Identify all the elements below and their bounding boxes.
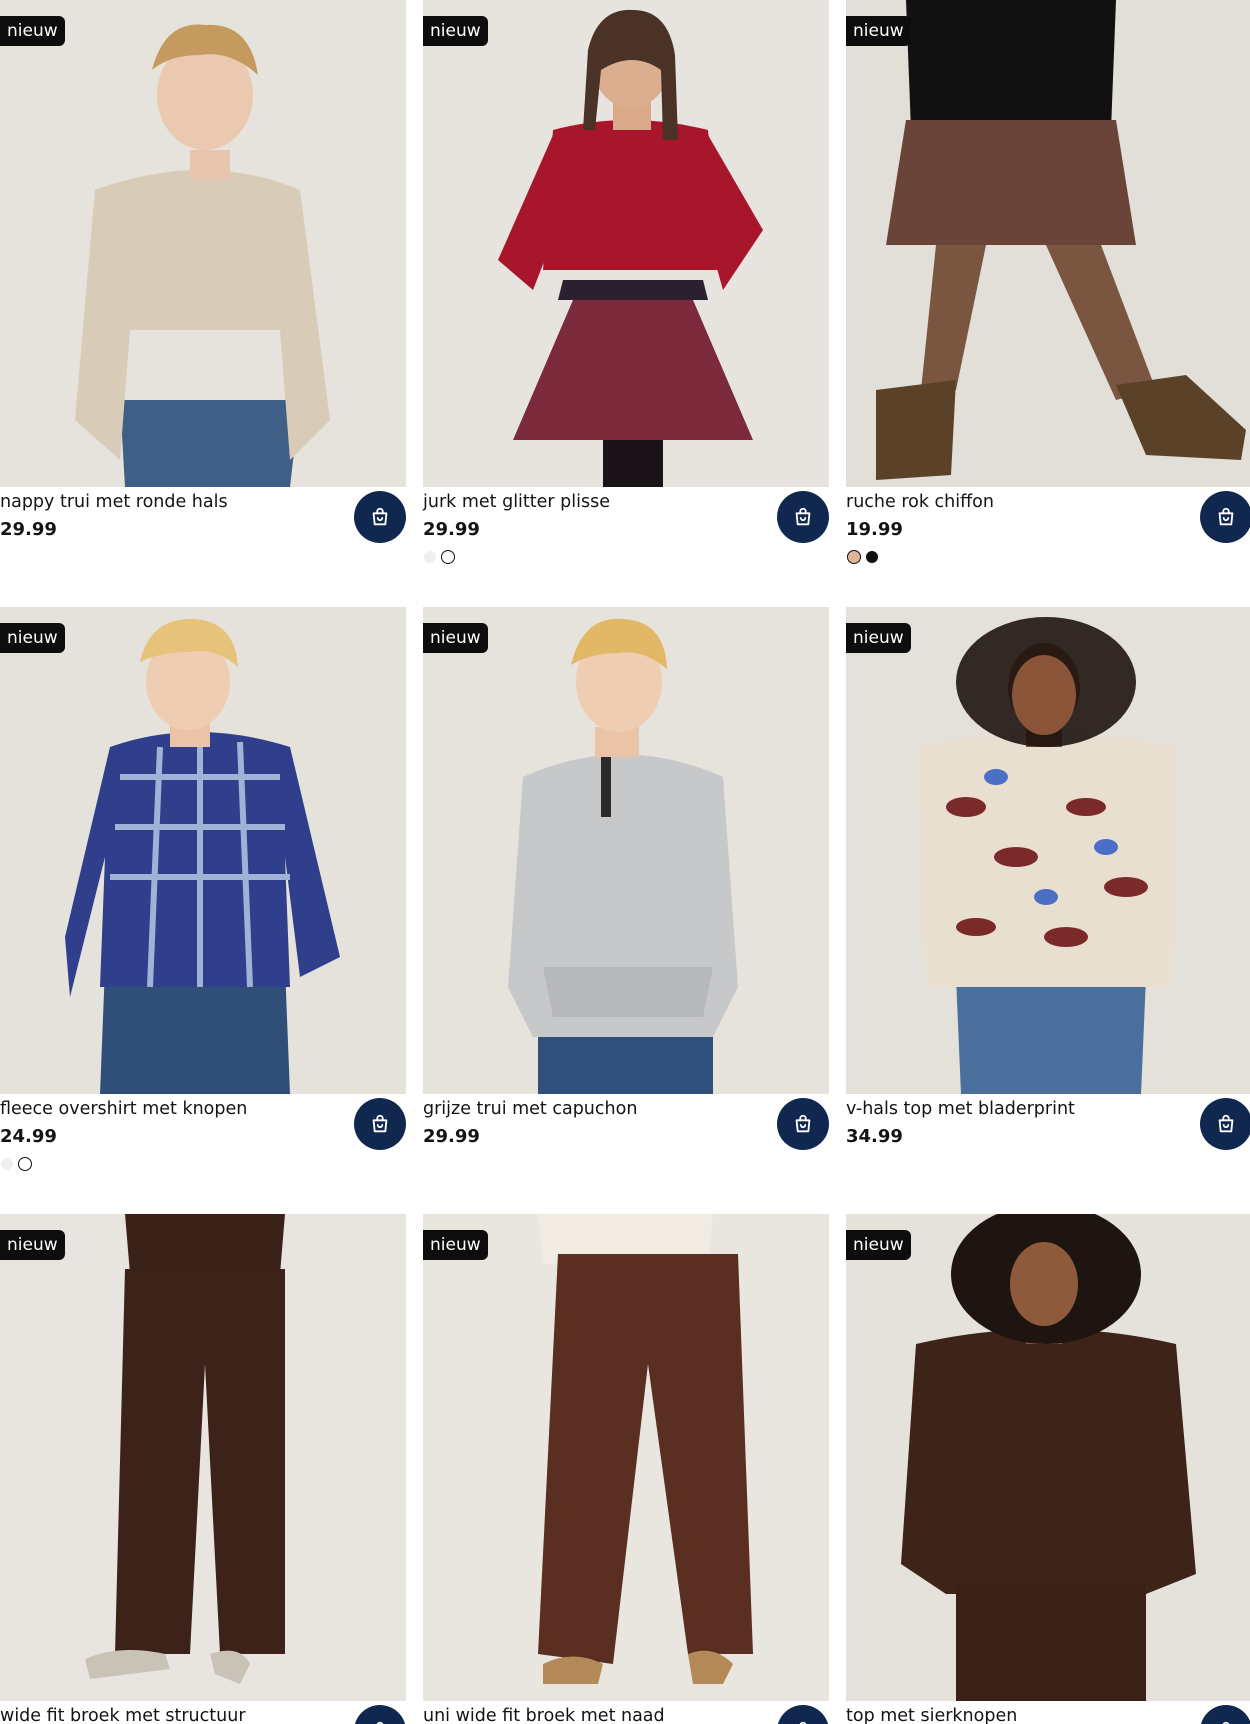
product-card[interactable]: nieuw ruche rok chiffon 19.99 [846,0,1250,590]
product-name[interactable]: nappy trui met ronde hals [0,491,228,513]
product-grid: nieuw nappy trui met ronde hals 29.99 ni… [0,0,1250,1724]
shopping-bag-icon [376,1721,384,1724]
new-badge: nieuw [423,623,488,653]
shopping-bag-icon [795,507,811,526]
product-card[interactable]: nieuw grijze trui met capuchon 29.99 [423,607,829,1197]
new-badge: nieuw [423,16,488,46]
add-to-cart-button[interactable] [777,491,829,543]
new-badge: nieuw [846,623,911,653]
product-image[interactable] [846,1214,1250,1701]
shopping-bag-icon [372,507,388,526]
color-swatch-selected[interactable] [847,550,861,564]
product-card[interactable]: nieuw jurk met glitter plisse 29.99 [423,0,829,590]
add-to-cart-button[interactable] [1200,1705,1250,1724]
product-name[interactable]: grijze trui met capuchon [423,1098,637,1120]
product-name[interactable]: ruche rok chiffon [846,491,994,513]
product-card[interactable]: nieuw wide fit broek met structuur [0,1214,406,1724]
color-swatch-selected[interactable] [441,550,455,564]
color-swatch-selected[interactable] [18,1157,32,1171]
product-price: 29.99 [0,519,57,540]
shopping-bag-icon [1218,1114,1234,1133]
product-image[interactable] [0,0,406,487]
product-image[interactable] [846,0,1250,487]
product-card[interactable]: nieuw top met sierknopen [846,1214,1250,1724]
new-badge: nieuw [0,16,65,46]
add-to-cart-button[interactable] [1200,1098,1250,1150]
add-to-cart-button[interactable] [354,1705,406,1724]
product-name[interactable]: fleece overshirt met knopen [0,1098,247,1120]
new-badge: nieuw [846,16,911,46]
add-to-cart-button[interactable] [354,491,406,543]
color-swatch[interactable] [424,551,436,563]
add-to-cart-button[interactable] [777,1098,829,1150]
shopping-bag-icon [372,1114,388,1133]
product-price: 24.99 [0,1126,57,1147]
product-card[interactable]: nieuw uni wide fit broek met naad [423,1214,829,1724]
color-swatches [847,550,878,564]
product-price: 34.99 [846,1126,903,1147]
color-swatches [424,550,455,564]
new-badge: nieuw [846,1230,911,1260]
product-image[interactable] [423,0,829,487]
color-swatch[interactable] [866,551,878,563]
add-to-cart-button[interactable] [354,1098,406,1150]
product-card[interactable]: nieuw fleece overshirt met knopen 24.99 [0,607,406,1197]
product-name[interactable]: top met sierknopen [846,1705,1017,1724]
product-card[interactable]: nieuw nappy trui met ronde hals 29.99 [0,0,406,590]
add-to-cart-button[interactable] [777,1705,829,1724]
product-image[interactable] [0,1214,406,1701]
product-image[interactable] [423,1214,829,1701]
product-name[interactable]: v-hals top met bladerprint [846,1098,1075,1120]
product-image[interactable] [0,607,406,1094]
product-image[interactable] [423,607,829,1094]
new-badge: nieuw [0,1230,65,1260]
new-badge: nieuw [423,1230,488,1260]
new-badge: nieuw [0,623,65,653]
shopping-bag-icon [1222,1721,1230,1724]
shopping-bag-icon [799,1721,807,1724]
product-card[interactable]: nieuw v-hals top met bladerprint 34.99 [846,607,1250,1197]
add-to-cart-button[interactable] [1200,491,1250,543]
product-name[interactable]: uni wide fit broek met naad [423,1705,665,1724]
product-image[interactable] [846,607,1250,1094]
product-name[interactable]: jurk met glitter plisse [423,491,610,513]
color-swatch[interactable] [1,1158,13,1170]
shopping-bag-icon [795,1114,811,1133]
product-price: 29.99 [423,1126,480,1147]
shopping-bag-icon [1218,507,1234,526]
product-name[interactable]: wide fit broek met structuur [0,1705,246,1724]
color-swatches [1,1157,32,1171]
product-price: 19.99 [846,519,903,540]
product-price: 29.99 [423,519,480,540]
